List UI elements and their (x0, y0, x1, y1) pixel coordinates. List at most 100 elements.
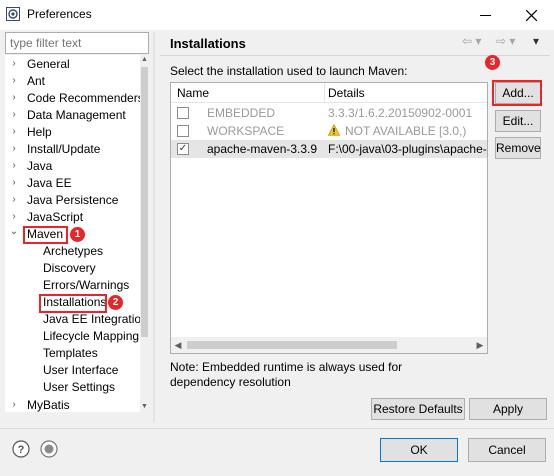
tree-item-discovery[interactable]: Discovery (5, 260, 140, 277)
tree-item-archetypes[interactable]: Archetypes (5, 243, 140, 260)
expand-arrow-icon[interactable]: › (9, 142, 19, 156)
tree-item-label: Install/Update (27, 142, 101, 156)
tree-item-java-persistence[interactable]: › Java Persistence (5, 192, 140, 209)
tree-item-install-update[interactable]: › Install/Update (5, 141, 140, 158)
collapse-arrow-icon[interactable]: ⌄ (9, 225, 19, 239)
tree-item-label: User Settings (43, 380, 116, 394)
apply-button[interactable]: Apply (469, 398, 547, 420)
tree-item-label: Java EE (27, 176, 72, 190)
expand-arrow-icon[interactable]: › (9, 57, 19, 71)
remove-button[interactable]: Remove (495, 137, 541, 159)
tree-item-errors-warnings[interactable]: Errors/Warnings (5, 277, 140, 294)
expand-arrow-icon[interactable]: › (9, 398, 19, 412)
column-divider[interactable] (324, 83, 325, 103)
close-button[interactable] (508, 0, 554, 30)
tree-item-label: Lifecycle Mapping (43, 329, 140, 343)
view-menu-icon[interactable]: ▾ (533, 34, 539, 48)
tree-item-ant[interactable]: › Ant (5, 73, 140, 90)
tree-item-javascript[interactable]: › JavaScript (5, 209, 140, 226)
help-icon[interactable]: ? (12, 440, 30, 458)
column-header-name[interactable]: Name (177, 86, 209, 100)
table-horizontal-scrollbar[interactable]: ◀ ▶ (171, 337, 487, 353)
tree-item-code-recommenders[interactable]: › Code Recommenders (5, 90, 143, 107)
tree-item-label: Data Management (27, 108, 126, 122)
expand-arrow-icon[interactable]: › (9, 210, 19, 224)
cancel-button[interactable]: Cancel (468, 438, 546, 462)
tree-item-help[interactable]: › Help (5, 124, 140, 141)
annotation-box-installations (39, 294, 107, 313)
expand-arrow-icon[interactable]: › (9, 108, 19, 122)
tree-item-label: Templates (43, 346, 98, 360)
tree-item-user-interface[interactable]: User Interface (5, 362, 140, 379)
scroll-right-icon[interactable]: ▶ (473, 337, 487, 353)
restore-defaults-button[interactable]: Restore Defaults (371, 398, 465, 420)
scroll-left-icon[interactable]: ◀ (171, 337, 185, 353)
minimize-button[interactable] (462, 0, 508, 30)
annotation-badge-2: 2 (108, 295, 123, 310)
expand-arrow-icon[interactable]: › (9, 193, 19, 207)
table-row[interactable]: WORKSPACE NOT AVAILABLE [3.0,) (171, 122, 487, 140)
row-checkbox[interactable] (177, 107, 189, 119)
column-header-details[interactable]: Details (328, 86, 365, 100)
window-title: Preferences (27, 7, 92, 21)
preferences-app-icon (6, 7, 20, 21)
tree-item-general[interactable]: › General (5, 56, 140, 73)
tree-vertical-scrollbar[interactable]: ▲ ▼ (140, 55, 149, 412)
tree-item-label: Java Persistence (27, 193, 119, 207)
filter-input[interactable] (5, 32, 149, 54)
expand-arrow-icon[interactable]: › (9, 125, 19, 139)
tree-item-mybatis[interactable]: › MyBatis (5, 397, 140, 412)
tree-item-label: Ant (27, 74, 46, 88)
table-row[interactable]: EMBEDDED 3.3.3/1.6.2.20150902-0001 (171, 104, 487, 122)
ok-button[interactable]: OK (380, 438, 458, 462)
tree-item-user-settings[interactable]: User Settings (5, 379, 140, 396)
installation-details: NOT AVAILABLE [3.0,) (345, 124, 467, 138)
tree-item-label: Code Recommenders (27, 91, 144, 105)
table-row-selected[interactable]: ✓ apache-maven-3.3.9 F:\00-java\03-plugi… (171, 140, 487, 158)
tree-item-java-ee-integration[interactable]: Java EE Integration (5, 311, 148, 328)
scrollbar-thumb[interactable] (187, 341, 397, 349)
back-arrow-icon[interactable]: ⇦ ▾ (462, 34, 481, 48)
tree-item-java[interactable]: › Java (5, 158, 140, 175)
installation-name: EMBEDDED (207, 106, 276, 120)
tree-item-label: Discovery (43, 261, 96, 275)
annotation-badge-3: 3 (485, 55, 500, 70)
table-header: Name Details (171, 83, 487, 103)
page-navigation: ⇦ ▾ ⇨ ▾ ▾ (462, 34, 547, 50)
tree-item-label: MyBatis (27, 398, 70, 412)
scroll-up-icon[interactable]: ▲ (140, 55, 149, 65)
tree-horizontal-scrollbar[interactable] (5, 412, 149, 421)
close-icon (525, 9, 537, 21)
expand-arrow-icon[interactable]: › (9, 74, 19, 88)
row-checkbox[interactable]: ✓ (177, 143, 189, 155)
tree-item-label: Errors/Warnings (43, 278, 130, 292)
scroll-down-icon[interactable]: ▼ (140, 402, 149, 412)
title-bar: Preferences (0, 0, 554, 30)
installation-details: 3.3.3/1.6.2.20150902-0001 (328, 106, 473, 120)
tree-item-label: Archetypes (43, 244, 104, 258)
installation-name: WORKSPACE (207, 124, 285, 138)
tree-item-label: JavaScript (27, 210, 84, 224)
warning-icon (328, 124, 340, 136)
tree-item-lifecycle-mapping[interactable]: Lifecycle Mapping (5, 328, 140, 345)
forward-arrow-icon[interactable]: ⇨ ▾ (496, 34, 515, 48)
tree-item-templates[interactable]: Templates (5, 345, 140, 362)
row-checkbox[interactable] (177, 125, 189, 137)
minimize-icon (479, 14, 491, 16)
scrollbar-thumb[interactable] (141, 67, 148, 337)
tree-item-label: Java (27, 159, 53, 173)
tree-item-java-ee[interactable]: › Java EE (5, 175, 140, 192)
panel-divider[interactable] (153, 32, 155, 422)
import-export-icon[interactable] (40, 440, 58, 458)
tree-item-label: Java EE Integration (43, 312, 148, 326)
footer-separator (0, 428, 554, 429)
annotation-badge-1: 1 (70, 227, 85, 242)
expand-arrow-icon[interactable]: › (9, 159, 19, 173)
expand-arrow-icon[interactable]: › (9, 91, 19, 105)
svg-text:?: ? (18, 444, 25, 456)
edit-button[interactable]: Edit... (495, 110, 541, 132)
annotation-box-add (492, 80, 542, 106)
tree-item-label: General (27, 57, 70, 71)
tree-item-data-management[interactable]: › Data Management (5, 107, 140, 124)
expand-arrow-icon[interactable]: › (9, 176, 19, 190)
